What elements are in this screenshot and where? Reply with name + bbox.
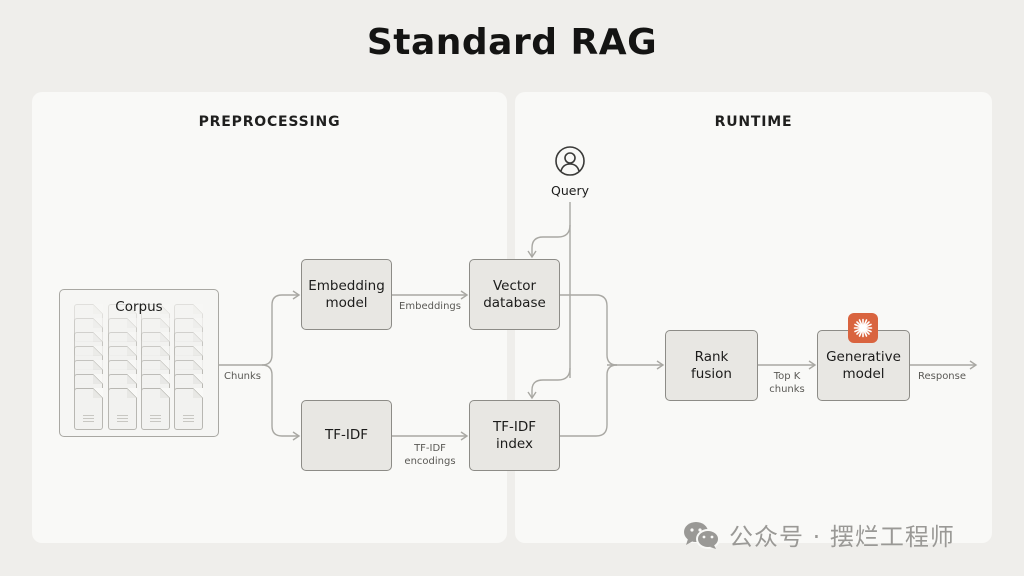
watermark: 公众号 · 摆烂工程师 (681, 517, 955, 552)
watermark-text: 公众号 · 摆烂工程师 (729, 523, 955, 551)
tfidf-encodings-label: TF-IDF encodings (404, 443, 456, 467)
document-icon (141, 388, 170, 430)
document-icon (74, 388, 103, 430)
corpus-label: Corpus (115, 299, 163, 315)
embedding-model-node: Embedding model (301, 259, 392, 330)
query-node: Query (545, 145, 595, 198)
document-column (174, 304, 203, 430)
document-column (108, 304, 137, 430)
document-icon (108, 388, 137, 430)
document-column (141, 304, 170, 430)
preprocessing-heading: PREPROCESSING (198, 114, 341, 130)
diagram-title: Standard RAG (366, 22, 658, 63)
user-circle-icon (555, 146, 585, 176)
vector-database-node: Vector database (469, 259, 560, 330)
wechat-icon (684, 521, 720, 549)
query-label: Query (551, 183, 589, 198)
runtime-heading: RUNTIME (714, 114, 793, 130)
corpus-node: Corpus (59, 289, 219, 437)
document-column (74, 304, 103, 430)
document-icon (174, 388, 203, 430)
response-label: Response (917, 371, 967, 382)
rank-fusion-node: Rank fusion (665, 330, 758, 401)
chunks-label: Chunks (224, 371, 261, 382)
tfidf-index-node: TF-IDF index (469, 400, 560, 471)
top-k-chunks-label: Top K chunks (769, 371, 805, 395)
sparkle-burst-icon (848, 313, 878, 343)
tfidf-node: TF-IDF (301, 400, 392, 471)
embeddings-label: Embeddings (399, 301, 461, 312)
